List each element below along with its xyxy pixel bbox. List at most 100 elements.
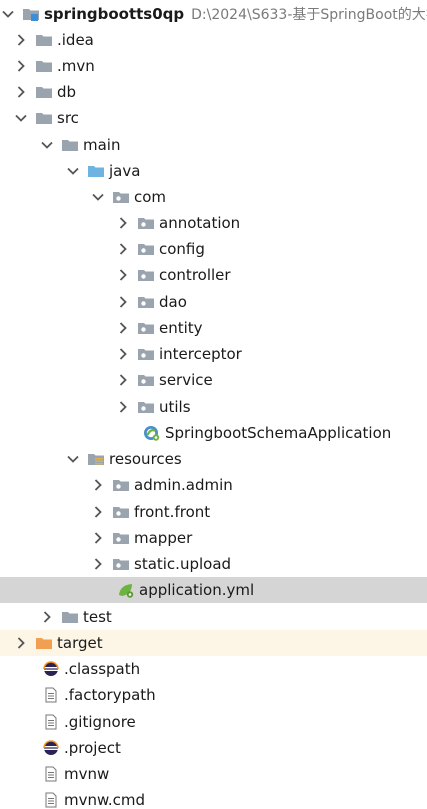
tree-item-label: SpringbootSchemaApplication	[165, 424, 392, 442]
tree-item-label: .project	[64, 739, 121, 757]
tree-item-controller[interactable]: controller	[0, 262, 427, 288]
chevron-right-icon[interactable]	[90, 477, 106, 493]
tree-item-front[interactable]: front.front	[0, 499, 427, 525]
tree-item-label: .idea	[57, 31, 94, 49]
package-icon	[137, 241, 155, 257]
tree-item-interceptor[interactable]: interceptor	[0, 341, 427, 367]
package-icon	[112, 189, 130, 205]
module-folder-icon	[22, 6, 40, 22]
tree-item-label: com	[134, 188, 167, 206]
chevron-down-icon[interactable]	[13, 110, 29, 126]
tree-item-classpath[interactable]: .classpath	[0, 656, 427, 682]
tree-item-app-class[interactable]: SpringbootSchemaApplication	[0, 420, 427, 446]
package-icon	[137, 215, 155, 231]
chevron-right-icon[interactable]	[13, 84, 29, 100]
tree-item-label: annotation	[159, 214, 241, 232]
tree-item-label: mvnw.cmd	[64, 791, 146, 809]
tree-item-root[interactable]: springbootts0qp D:\2024\S633-基于SpringBoo…	[0, 1, 427, 27]
chevron-right-icon[interactable]	[13, 635, 29, 651]
tree-item-static-upload[interactable]: static.upload	[0, 551, 427, 577]
tree-item-target[interactable]: target	[0, 630, 427, 656]
tree-item-label: java	[109, 162, 141, 180]
chevron-down-icon[interactable]	[90, 189, 106, 205]
tree-item-mvnw-cmd[interactable]: mvnw.cmd	[0, 787, 427, 809]
chevron-right-icon[interactable]	[13, 58, 29, 74]
tree-item-idea[interactable]: .idea	[0, 27, 427, 53]
tree-item-service[interactable]: service	[0, 367, 427, 393]
package-icon	[112, 477, 130, 493]
chevron-right-icon[interactable]	[115, 215, 131, 231]
tree-item-utils[interactable]: utils	[0, 394, 427, 420]
excluded-folder-icon	[35, 635, 53, 651]
tree-item-label: dao	[159, 293, 187, 311]
tree-item-label: .mvn	[57, 57, 95, 75]
text-file-icon	[42, 766, 60, 782]
chevron-down-icon[interactable]	[0, 6, 16, 22]
package-icon	[137, 372, 155, 388]
chevron-right-icon[interactable]	[115, 399, 131, 415]
tree-item-mapper[interactable]: mapper	[0, 525, 427, 551]
tree-item-label: test	[83, 608, 112, 626]
tree-item-dao[interactable]: dao	[0, 289, 427, 315]
tree-item-label: controller	[159, 266, 231, 284]
tree-item-label: .gitignore	[64, 713, 136, 731]
package-icon	[137, 399, 155, 415]
spring-config-icon	[117, 582, 135, 598]
root-label: springbootts0qp	[44, 5, 185, 23]
package-icon	[137, 320, 155, 336]
chevron-down-icon[interactable]	[65, 163, 81, 179]
tree-item-src[interactable]: src	[0, 105, 427, 131]
tree-item-label: mapper	[134, 529, 193, 547]
chevron-right-icon[interactable]	[115, 267, 131, 283]
tree-item-db[interactable]: db	[0, 79, 427, 105]
tree-item-resources[interactable]: resources	[0, 446, 427, 472]
tree-item-label: config	[159, 240, 205, 258]
tree-item-admin[interactable]: admin.admin	[0, 472, 427, 498]
folder-icon	[35, 32, 53, 48]
package-icon	[137, 346, 155, 362]
tree-item-main[interactable]: main	[0, 132, 427, 158]
tree-item-label: .classpath	[64, 660, 141, 678]
tree-item-java[interactable]: java	[0, 158, 427, 184]
chevron-right-icon[interactable]	[90, 556, 106, 572]
chevron-right-icon[interactable]	[39, 609, 55, 625]
tree-item-entity[interactable]: entity	[0, 315, 427, 341]
tree-item-factorypath[interactable]: .factorypath	[0, 682, 427, 708]
tree-item-com[interactable]: com	[0, 184, 427, 210]
tree-item-label: interceptor	[159, 345, 242, 363]
text-file-icon	[42, 714, 60, 730]
eclipse-icon	[42, 661, 60, 677]
tree-item-project[interactable]: .project	[0, 735, 427, 761]
chevron-right-icon[interactable]	[115, 241, 131, 257]
chevron-right-icon[interactable]	[115, 346, 131, 362]
chevron-down-icon[interactable]	[65, 451, 81, 467]
package-icon	[112, 530, 130, 546]
package-icon	[112, 504, 130, 520]
project-tree: springbootts0qp D:\2024\S633-基于SpringBoo…	[0, 0, 427, 809]
tree-item-config[interactable]: config	[0, 236, 427, 262]
chevron-right-icon[interactable]	[115, 372, 131, 388]
eclipse-icon	[42, 740, 60, 756]
tree-item-mvn[interactable]: .mvn	[0, 53, 427, 79]
chevron-right-icon[interactable]	[13, 32, 29, 48]
package-icon	[112, 556, 130, 572]
tree-item-test[interactable]: test	[0, 604, 427, 630]
text-file-icon	[42, 687, 60, 703]
chevron-right-icon[interactable]	[90, 530, 106, 546]
chevron-right-icon[interactable]	[90, 504, 106, 520]
tree-item-gitignore[interactable]: .gitignore	[0, 709, 427, 735]
chevron-right-icon[interactable]	[115, 294, 131, 310]
folder-icon	[35, 110, 53, 126]
text-file-icon	[42, 792, 60, 808]
tree-item-label: application.yml	[139, 581, 255, 599]
folder-icon	[61, 137, 79, 153]
folder-icon	[35, 84, 53, 100]
root-path: D:\2024\S633-基于SpringBoot的大学	[191, 7, 427, 23]
chevron-right-icon[interactable]	[115, 320, 131, 336]
chevron-down-icon[interactable]	[39, 137, 55, 153]
tree-item-label: db	[57, 83, 77, 101]
tree-item-label: mvnw	[64, 765, 110, 783]
tree-item-application-yml[interactable]: application.yml	[0, 577, 427, 603]
tree-item-annotation[interactable]: annotation	[0, 210, 427, 236]
tree-item-mvnw[interactable]: mvnw	[0, 761, 427, 787]
